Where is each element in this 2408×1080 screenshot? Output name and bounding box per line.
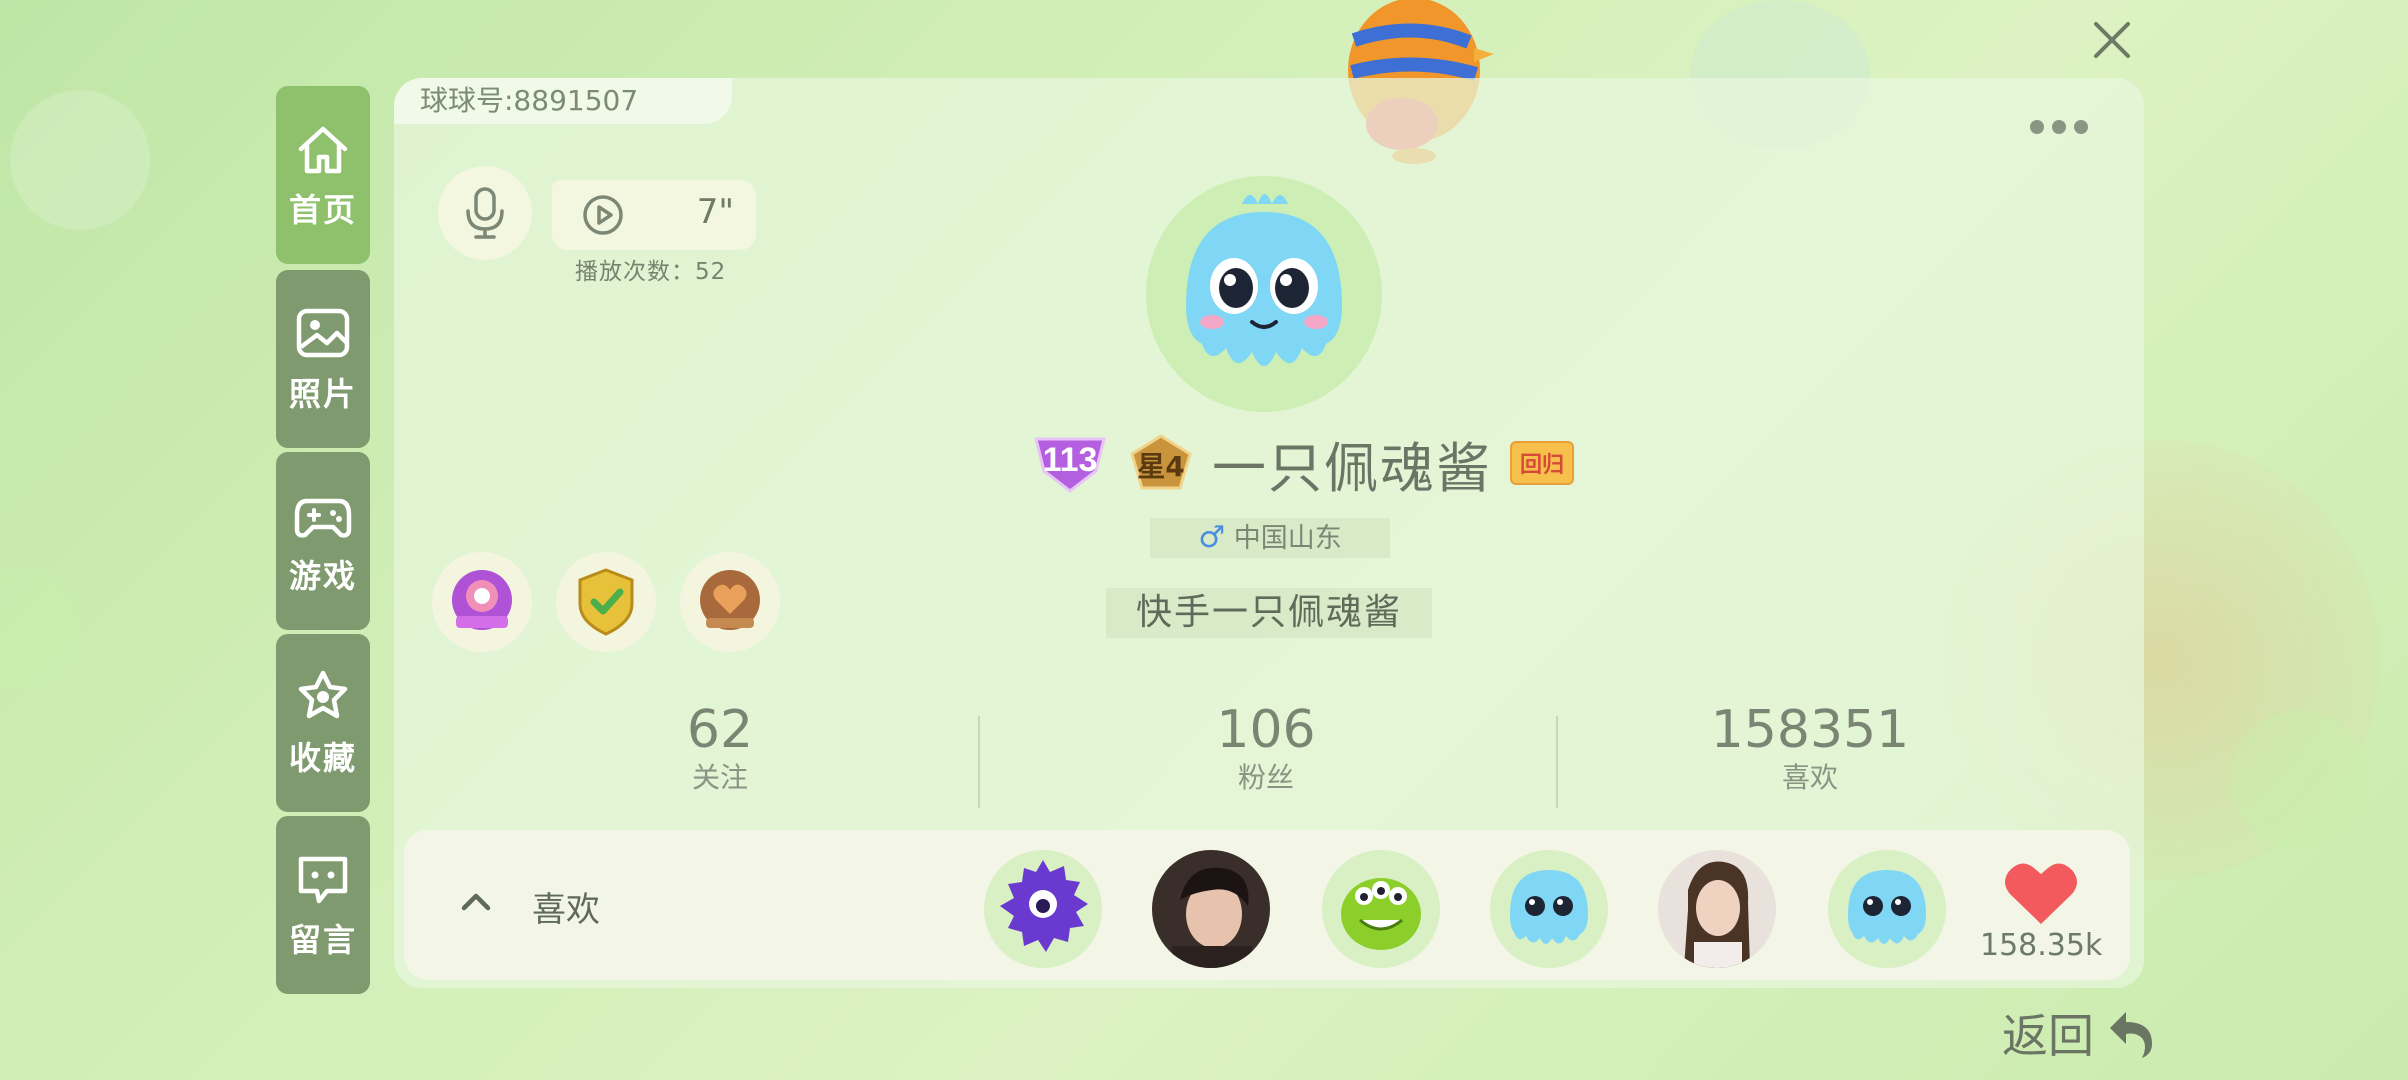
medal-gold[interactable] <box>556 552 656 652</box>
following-count: 62 <box>686 700 754 760</box>
voice-play-count: 播放次数：52 <box>575 259 727 285</box>
dot-icon <box>2030 120 2044 134</box>
location-text: 中国山东 <box>1233 523 1342 554</box>
jelly-avatar-small <box>1828 850 1946 968</box>
likes-label: 喜欢 <box>1781 761 1838 794</box>
likes-bar-label: 喜欢 <box>532 890 600 930</box>
stat-divider <box>1556 716 1558 808</box>
liker-avatar[interactable] <box>984 850 1102 968</box>
purple-monster-avatar <box>984 850 1102 968</box>
more-options-button[interactable] <box>2030 120 2088 134</box>
stat-following[interactable]: 62 关注 <box>570 700 870 796</box>
user-id-tag: 球球号:8891507 <box>394 78 732 124</box>
star-rank-text: 星4 <box>1137 450 1184 483</box>
home-icon <box>298 126 348 174</box>
bg-bubble <box>2230 710 2370 850</box>
stat-likes[interactable]: 158351 喜欢 <box>1660 700 1960 796</box>
bg-bubble <box>10 90 150 230</box>
location-tag: ♂ 中国山东 <box>1150 518 1390 558</box>
gold-shield-medal-icon <box>578 568 634 636</box>
nav-home[interactable]: 首页 <box>276 86 370 264</box>
microphone-icon <box>466 187 504 239</box>
liker-avatar[interactable] <box>1658 850 1776 968</box>
photo-avatar-man <box>1152 850 1270 968</box>
liker-avatar[interactable] <box>1828 850 1946 968</box>
gamepad-icon <box>294 498 352 538</box>
jelly-avatar-small <box>1490 850 1608 968</box>
star-icon <box>298 670 348 719</box>
nav-photos-label: 照片 <box>288 375 357 413</box>
nav-favorites-label: 收藏 <box>288 739 357 777</box>
voice-intro-player[interactable]: 7" <box>552 180 756 250</box>
likes-bar[interactable]: 喜欢 158.35k <box>404 830 2130 980</box>
fans-label: 粉丝 <box>1237 761 1294 794</box>
nav-favorites[interactable]: 收藏 <box>276 634 370 812</box>
liker-avatar[interactable] <box>1152 850 1270 968</box>
nav-messages[interactable]: 留言 <box>276 816 370 994</box>
user-signature: 快手一只佩魂酱 <box>1106 588 1432 638</box>
voice-duration: 7" <box>696 192 734 232</box>
liker-avatar[interactable] <box>1322 850 1440 968</box>
level-number: 113 <box>1043 441 1098 479</box>
nav-photos[interactable]: 照片 <box>276 270 370 448</box>
close-icon[interactable] <box>2090 18 2134 62</box>
medal-purple[interactable] <box>432 552 532 652</box>
heart-like-icon[interactable] <box>2002 858 2080 928</box>
bronze-heart-medal-icon <box>700 570 760 630</box>
username: 一只佩魂酱 <box>1212 436 1492 500</box>
male-gender-icon: ♂ <box>1198 520 1226 555</box>
chevron-up-icon[interactable] <box>456 882 496 922</box>
play-icon <box>583 195 623 235</box>
name-row: 113 星4 一只佩魂酱 回归 <box>1030 428 1575 500</box>
dot-icon <box>2052 120 2066 134</box>
following-label: 关注 <box>691 761 748 794</box>
return-badge: 回归 <box>1510 441 1575 485</box>
stat-fans[interactable]: 106 粉丝 <box>1116 700 1416 796</box>
photo-avatar-woman <box>1658 850 1776 968</box>
bg-bubble <box>0 570 80 690</box>
message-icon <box>298 856 348 904</box>
purple-medal-icon <box>452 570 512 630</box>
back-arrow-icon[interactable] <box>2104 1006 2158 1060</box>
stat-divider <box>978 716 980 808</box>
nav-games-label: 游戏 <box>288 557 357 595</box>
record-voice-button[interactable] <box>438 166 532 260</box>
photo-icon <box>296 308 350 358</box>
green-monster-avatar <box>1322 850 1440 968</box>
medal-bronze[interactable] <box>680 552 780 652</box>
nav-games[interactable]: 游戏 <box>276 452 370 630</box>
likes-total-count: 158.35k <box>1980 928 2103 963</box>
liker-avatar[interactable] <box>1490 850 1608 968</box>
level-badge: 113 <box>1034 437 1106 493</box>
nav-messages-label: 留言 <box>288 921 357 959</box>
likes-count: 158351 <box>1710 700 1910 760</box>
nav-home-label: 首页 <box>288 191 357 229</box>
dot-icon <box>2074 120 2088 134</box>
back-button-label[interactable]: 返回 <box>2002 1000 2094 1066</box>
star-rank-badge: 星4 <box>1130 434 1192 490</box>
fans-count: 106 <box>1216 700 1316 760</box>
user-avatar[interactable] <box>1146 176 1382 412</box>
jelly-avatar-image <box>1146 176 1382 412</box>
